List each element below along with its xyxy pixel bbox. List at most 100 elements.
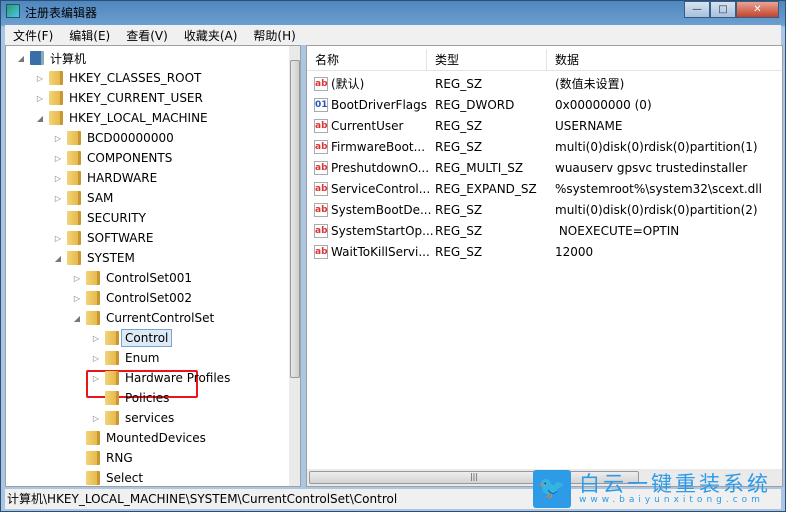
tree-node[interactable]: ▷ Hardware Profiles [91,368,230,388]
value-row[interactable]: 01 BootDriverFlags REG_DWORD 0x00000000 (0) [307,94,652,115]
tree-node[interactable]: ◢ SYSTEM [53,248,135,268]
tree-node-label[interactable]: HKEY_LOCAL_MACHINE [69,111,208,125]
string-value-icon: ab [314,76,328,91]
collapse-icon[interactable]: ◢ [35,114,45,123]
expand-icon[interactable]: ▷ [91,354,101,363]
expand-icon[interactable]: ▷ [53,194,63,203]
expand-icon[interactable]: ▷ [53,154,63,163]
folder-icon [86,291,100,305]
tree-node[interactable]: Select [72,468,143,486]
tree-node-label[interactable]: Hardware Profiles [125,371,230,385]
tree-node-label[interactable]: BCD00000000 [87,131,174,145]
tree-node[interactable]: ▷ SOFTWARE [53,228,153,248]
tree-node[interactable]: ◢ CurrentControlSet [72,308,214,328]
tree-node-label[interactable]: Policies [125,391,169,405]
column-data[interactable]: 数据 [547,49,782,71]
minimize-button[interactable]: — [684,1,710,18]
string-value-icon: ab [314,223,328,238]
tree-node-label[interactable]: Select [106,471,143,485]
value-row[interactable]: ab CurrentUser REG_SZ USERNAME [307,115,622,136]
tree-scrollbar[interactable] [289,46,300,486]
string-value-icon: ab [314,118,328,133]
value-row[interactable]: ab SystemStartOp... REG_SZ NOEXECUTE=OPTIN [307,220,679,241]
menu-file[interactable]: 文件(F) [5,27,61,44]
menu-edit[interactable]: 编辑(E) [61,27,118,44]
folder-icon [86,271,100,285]
tree-node-label[interactable]: HKEY_CURRENT_USER [69,91,203,105]
tree-node-label[interactable]: Enum [125,351,159,365]
tree-node-label[interactable]: ControlSet001 [106,271,192,285]
expand-icon[interactable]: ▷ [35,94,45,103]
expand-icon[interactable]: ▷ [53,174,63,183]
value-type: REG_EXPAND_SZ [435,181,537,196]
expand-icon[interactable]: ▷ [91,414,101,423]
expand-icon[interactable]: ▷ [72,274,82,283]
binary-value-icon: 01 [314,97,328,112]
value-name: BootDriverFlags [331,97,428,112]
maximize-button[interactable]: □ [710,1,736,18]
tree-node[interactable]: ◢ HKEY_LOCAL_MACHINE [35,108,208,128]
tree-node[interactable]: ◢ 计算机 [16,48,86,68]
value-name: WaitToKillServi... [331,244,430,259]
collapse-icon[interactable]: ◢ [16,54,26,63]
column-name[interactable]: 名称 [307,49,427,71]
value-row[interactable]: ab FirmwareBoot... REG_SZ multi(0)disk(0)rd… [307,136,758,157]
tree-node-label[interactable]: SAM [87,191,113,205]
expand-icon[interactable]: ▷ [91,334,101,343]
collapse-icon[interactable]: ◢ [53,254,63,263]
tree-node-label[interactable]: HKEY_CLASSES_ROOT [69,71,201,85]
tree-node[interactable]: ▷ Enum [91,348,159,368]
tree-node-label[interactable]: RNG [106,451,133,465]
tree-node[interactable]: ▷ COMPONENTS [53,148,172,168]
value-name: FirmwareBoot... [331,139,426,154]
tree-node[interactable]: ▷ ControlSet002 [72,288,192,308]
tree-node-label[interactable]: CurrentControlSet [106,311,214,325]
tree-node[interactable]: MountedDevices [72,428,206,448]
expand-icon[interactable]: ▷ [53,134,63,143]
tree-node[interactable]: ▷ HARDWARE [53,168,157,188]
string-value-icon: ab [314,244,328,259]
tree-node[interactable]: ▷ BCD00000000 [53,128,174,148]
tree-node-label[interactable]: HARDWARE [87,171,157,185]
expand-icon[interactable]: ▷ [91,374,101,383]
menu-view[interactable]: 查看(V) [118,27,176,44]
tree-node[interactable]: Policies [91,388,169,408]
value-row[interactable]: ab SystemBootDe... REG_SZ multi(0)disk(0)rd… [307,199,758,220]
tree-node-label[interactable]: SYSTEM [87,251,135,265]
value-row[interactable]: ab PreshutdownO... REG_MULTI_SZ wuauserv gp… [307,157,747,178]
menu-favorites[interactable]: 收藏夹(A) [176,27,246,44]
value-row[interactable]: ab (默认) REG_SZ (数值未设置) [307,73,624,94]
bird-logo-icon: 🐦 [533,470,571,508]
tree-node-label[interactable]: MountedDevices [106,431,206,445]
tree-node-label[interactable]: ControlSet002 [106,291,192,305]
menu-help[interactable]: 帮助(H) [245,27,303,44]
expand-icon[interactable]: ▷ [53,234,63,243]
tree-node-label[interactable]: 计算机 [50,50,86,67]
tree-node[interactable]: ▷ HKEY_CLASSES_ROOT [35,68,201,88]
tree-node[interactable]: ▷ Control [91,328,173,348]
tree-node[interactable]: ▷ ControlSet001 [72,268,192,288]
close-button[interactable]: ✕ [736,1,779,18]
tree-node[interactable]: RNG [72,448,133,468]
expand-icon[interactable]: ▷ [72,294,82,303]
folder-icon [67,131,81,145]
tree-node-label[interactable]: SOFTWARE [87,231,153,245]
tree-node-label[interactable]: SECURITY [87,211,146,225]
value-row[interactable]: ab ServiceControl... REG_EXPAND_SZ %systemr… [307,178,762,199]
value-name: CurrentUser [331,118,404,133]
folder-icon [67,171,81,185]
tree-node[interactable]: ▷ SAM [53,188,113,208]
value-row[interactable]: ab WaitToKillServi... REG_SZ 12000 [307,241,593,262]
collapse-icon[interactable]: ◢ [72,314,82,323]
folder-icon [49,91,63,105]
tree-node[interactable]: ▷ HKEY_CURRENT_USER [35,88,203,108]
expand-icon[interactable]: ▷ [35,74,45,83]
tree-node-label[interactable]: COMPONENTS [87,151,172,165]
tree-node[interactable]: ▷ services [91,408,174,428]
tree-node[interactable]: SECURITY [53,208,146,228]
tree-node-label[interactable]: services [125,411,174,425]
scroll-thumb[interactable] [290,60,300,378]
column-type[interactable]: 类型 [427,49,547,71]
watermark-title: 白云一键重装系统 [579,472,771,496]
tree-node-label[interactable]: Control [120,329,173,347]
